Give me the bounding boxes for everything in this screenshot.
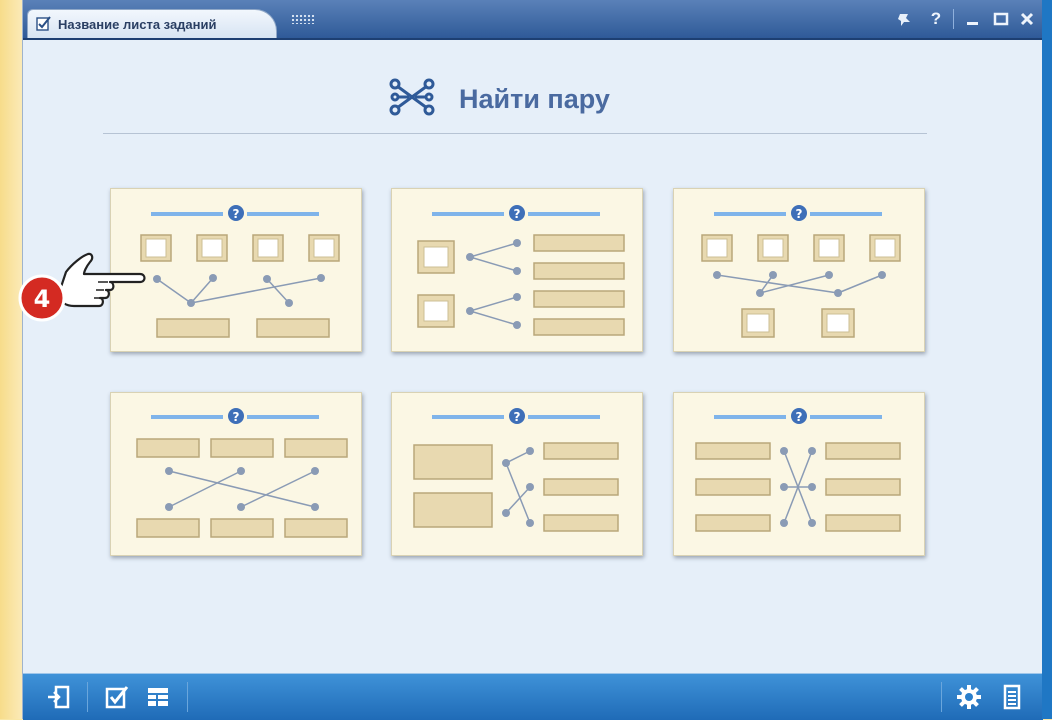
layout-icon[interactable]	[144, 683, 172, 711]
check-task-icon[interactable]	[103, 683, 131, 711]
connect-pairs-icon	[389, 78, 435, 116]
svg-text:?: ?	[233, 410, 240, 424]
drag-grip[interactable]	[291, 14, 315, 24]
svg-text:?: ?	[514, 410, 521, 424]
help-icon[interactable]: ?	[926, 9, 946, 29]
pin-icon[interactable]	[895, 9, 915, 29]
template-preview: ?	[413, 408, 619, 532]
list-icon[interactable]	[998, 683, 1026, 711]
maximize-icon[interactable]	[991, 9, 1011, 29]
minimize-icon[interactable]	[963, 9, 983, 29]
worksheet-tab[interactable]: Название листа заданий	[27, 9, 277, 38]
svg-text:?: ?	[233, 207, 240, 221]
settings-icon[interactable]	[955, 683, 983, 711]
worksheet-icon	[36, 16, 51, 31]
exit-icon[interactable]	[45, 683, 73, 711]
title-bar: Название листа заданий ?	[23, 0, 1043, 40]
toolbar-separator	[87, 682, 88, 712]
svg-text:?: ?	[796, 207, 803, 221]
worksheet-title: Название листа заданий	[58, 17, 217, 32]
svg-text:?: ?	[514, 207, 521, 221]
template-preview: ?	[136, 408, 348, 538]
callout-pointer: 4	[18, 252, 146, 322]
worksheet-window: Название листа заданий ? Найти пару ? ? …	[22, 0, 1043, 720]
page-margin	[0, 0, 22, 719]
bottom-toolbar	[23, 673, 1043, 720]
template-preview: ?	[695, 408, 901, 532]
template-card-three-labels-to-three-labels-column[interactable]: ?	[673, 392, 925, 556]
svg-text:?: ?	[796, 410, 803, 424]
template-card-three-labels-to-three-labels[interactable]: ?	[110, 392, 362, 556]
step-number: 4	[34, 285, 51, 313]
page-edge	[1042, 0, 1052, 719]
pointing-hand-icon	[56, 252, 146, 308]
page-title: Найти пару	[459, 84, 610, 114]
template-card-two-images-to-four-labels[interactable]: ?	[391, 188, 643, 352]
template-card-four-images-to-two-images[interactable]: ?	[673, 188, 925, 352]
template-preview: ?	[701, 205, 901, 338]
template-card-two-blocks-to-three-labels[interactable]: ?	[391, 392, 643, 556]
close-icon[interactable]	[1017, 9, 1037, 29]
template-preview: ?	[417, 205, 625, 336]
toolbar-separator	[187, 682, 188, 712]
header-divider	[103, 133, 927, 134]
toolbar-separator	[941, 682, 942, 712]
